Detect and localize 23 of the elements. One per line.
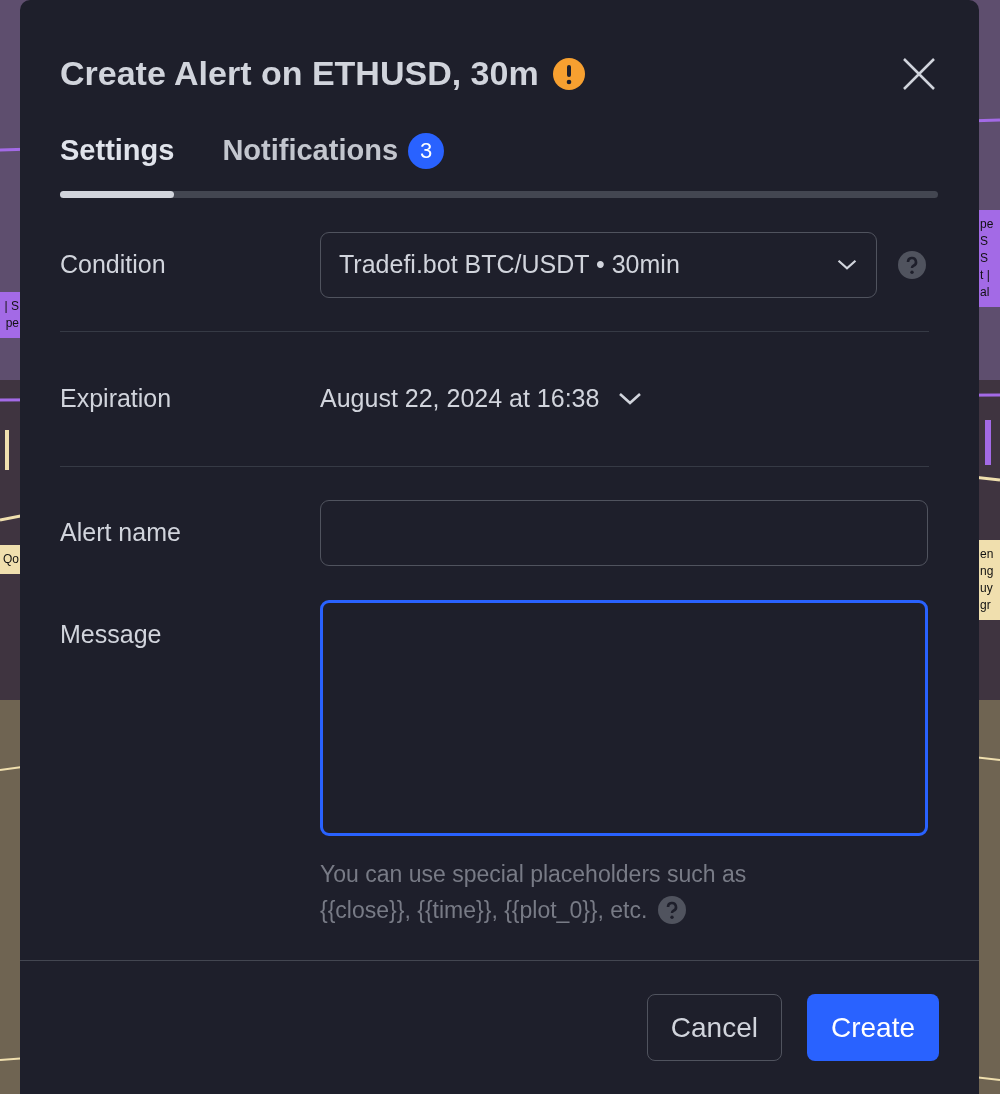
tab[interactable]: Settings [60, 129, 175, 173]
help-icon[interactable] [657, 894, 688, 925]
message-field[interactable] [320, 599, 928, 836]
count-badge: 3 [408, 132, 445, 169]
field-label: Condition [60, 248, 167, 280]
chart-label: | S pe [0, 292, 20, 338]
field-label: Alert name [60, 516, 182, 548]
cancel-button[interactable]: Cancel [646, 994, 782, 1061]
help-icon[interactable] [897, 249, 927, 280]
helper-text: {{close}}, {{time}}, {{plot_0}}, etc. [320, 895, 648, 925]
chart-label: en ng uy gr [979, 540, 1000, 620]
helper-text: You can use special placeholders such as [320, 859, 748, 889]
warning-icon [552, 57, 585, 90]
chart-label: Qo [0, 545, 20, 574]
create-button[interactable]: Create [806, 994, 939, 1061]
dialog-title: Create Alert on ETHUSD, 30m [60, 53, 539, 94]
tab[interactable]: Notifications 3 [222, 129, 445, 173]
chart-label: pe S S t | al [979, 210, 1000, 307]
condition-select[interactable]: Tradefi.bot BTC/USDT • 30min [320, 231, 877, 298]
alert-name-field[interactable] [320, 499, 928, 566]
field-label: Message [60, 618, 163, 650]
field-label: Expiration [60, 382, 173, 414]
expiration-dropdown[interactable]: August 22, 2024 at 16:38 [320, 379, 644, 418]
